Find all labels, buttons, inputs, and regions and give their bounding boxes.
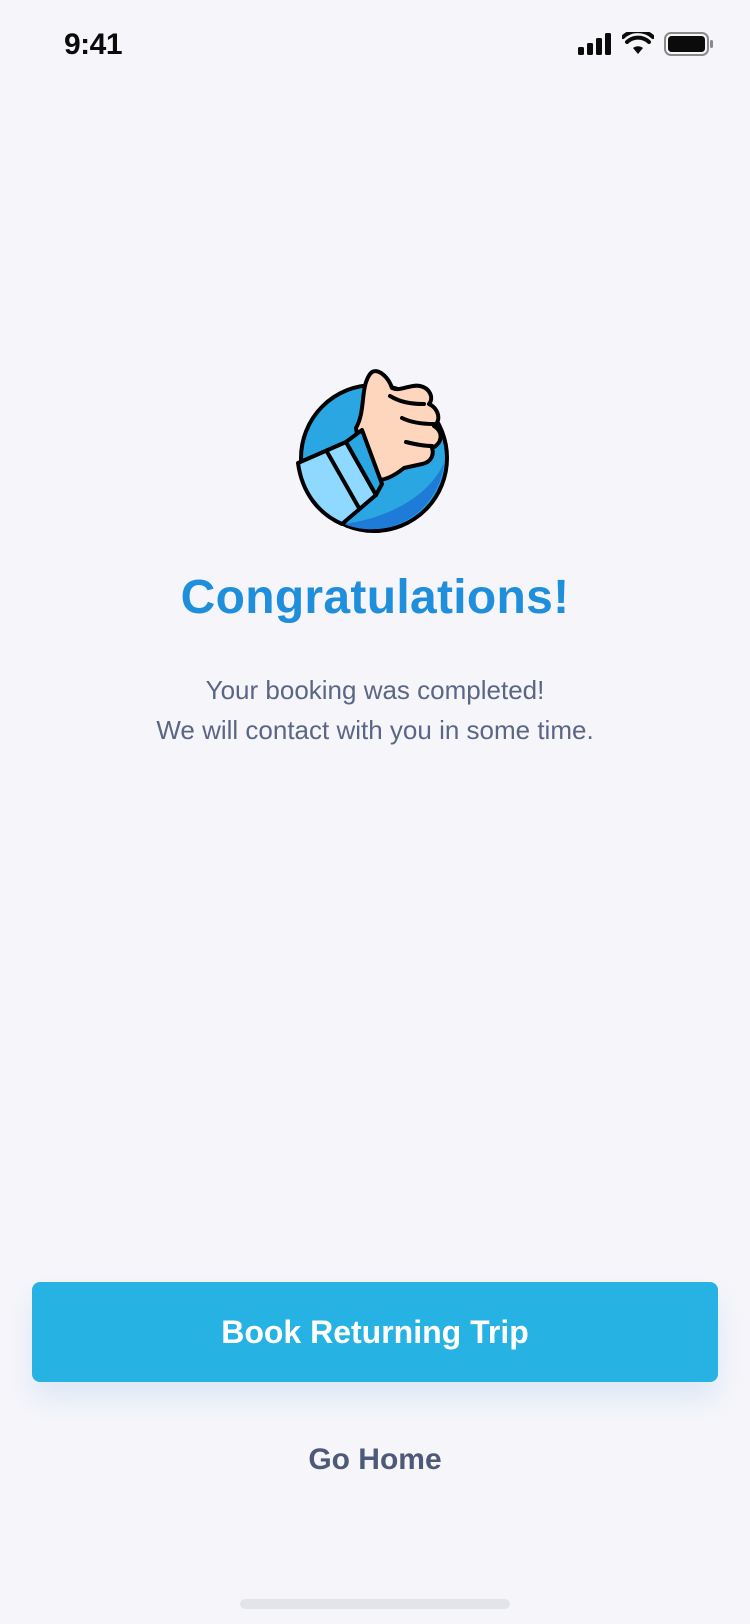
cellular-signal-icon	[578, 33, 612, 60]
book-returning-trip-button[interactable]: Book Returning Trip	[32, 1282, 718, 1382]
message-line-2: We will contact with you in some time.	[156, 715, 594, 745]
message-line-1: Your booking was completed!	[205, 675, 545, 705]
go-home-button[interactable]: Go Home	[275, 1432, 475, 1488]
thumbs-up-icon	[284, 368, 464, 548]
page-title: Congratulations!	[180, 571, 570, 624]
wifi-icon	[621, 29, 655, 61]
home-indicator[interactable]	[240, 1599, 510, 1609]
status-bar: 9:41	[0, 0, 750, 96]
confirmation-message: Your booking was completed! We will cont…	[0, 670, 750, 750]
status-icons	[578, 29, 714, 61]
status-time: 9:41	[64, 28, 123, 61]
battery-icon	[664, 32, 714, 61]
